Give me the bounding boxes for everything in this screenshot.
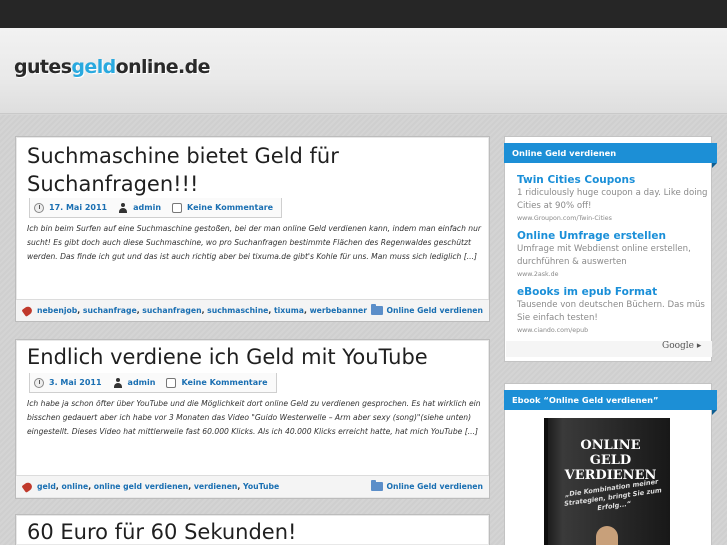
tag-link[interactable]: nebenjob bbox=[37, 306, 77, 315]
post-title[interactable]: Suchmaschine bietet Geld für Suchanfragen… bbox=[27, 142, 339, 198]
tag-link[interactable]: suchmaschine bbox=[207, 306, 268, 315]
ad-text: Umfrage mit Webdienst online erstellen, bbox=[517, 244, 691, 254]
ad-url[interactable]: www.2ask.de bbox=[517, 269, 713, 280]
site-header: gutesgeldonline.de bbox=[0, 28, 727, 114]
post-meta: 17. Mai 2011 admin Keine Kommentare bbox=[29, 198, 283, 218]
post-excerpt: Ich habe ja schon öfter über YouTube und… bbox=[27, 399, 481, 436]
user-icon bbox=[113, 377, 123, 388]
post-category: Online Geld verdienen bbox=[371, 480, 483, 491]
tag-link[interactable]: YouTube bbox=[243, 482, 279, 491]
tag-link[interactable]: verdienen bbox=[194, 482, 238, 491]
ad-title[interactable]: Twin Cities Coupons bbox=[517, 173, 713, 187]
post-card: Endlich verdiene ich Geld mit YouTube 3.… bbox=[15, 339, 490, 499]
ad-url[interactable]: www.Groupon.com/Twin-Cities bbox=[517, 213, 713, 224]
user-icon bbox=[118, 202, 128, 213]
book-title: ONLINE GELD VERDIENEN bbox=[564, 438, 657, 483]
tag-icon bbox=[21, 480, 34, 493]
folder-icon bbox=[371, 480, 384, 491]
tag-link[interactable]: werbebanner bbox=[310, 306, 367, 315]
post-title[interactable]: 60 Euro für 60 Sekunden! bbox=[27, 518, 296, 545]
post-category: Online Geld verdienen bbox=[371, 304, 483, 315]
ad-item[interactable]: Online Umfrage erstellen Umfrage mit Web… bbox=[517, 229, 713, 280]
top-bar bbox=[0, 0, 727, 28]
tag-link[interactable]: suchanfragen bbox=[142, 306, 201, 315]
post-card: 60 Euro für 60 Sekunden! bbox=[15, 514, 490, 545]
ad-text: Cities at 90% off! bbox=[517, 201, 592, 211]
ad-url[interactable]: www.ciando.com/epub bbox=[517, 325, 713, 336]
ad-text: durchführen & auswerten bbox=[517, 257, 627, 267]
tag-icon bbox=[21, 304, 34, 317]
ads-widget: Twin Cities Coupons 1 ridiculously huge … bbox=[504, 136, 712, 362]
post-comments[interactable]: Keine Kommentare bbox=[181, 378, 267, 387]
ad-text: 1 ridiculously huge coupon a day. Like d… bbox=[517, 188, 708, 198]
clock-icon bbox=[34, 202, 44, 213]
post-footer: geld, online, online geld verdienen, ver… bbox=[16, 475, 489, 497]
post-date[interactable]: 3. Mai 2011 bbox=[49, 378, 102, 387]
tag-link[interactable]: geld bbox=[37, 482, 56, 491]
tag-link[interactable]: tixuma bbox=[274, 306, 304, 315]
post-card: Suchmaschine bietet Geld für Suchanfragen… bbox=[15, 136, 490, 322]
ad-title[interactable]: Online Umfrage erstellen bbox=[517, 229, 713, 243]
widget-title: Ebook “Online Geld verdienen” bbox=[504, 390, 717, 415]
site-logo[interactable]: gutesgeldonline.de bbox=[14, 56, 211, 78]
post-author[interactable]: admin bbox=[128, 378, 156, 387]
author-photo bbox=[596, 526, 618, 545]
post-title[interactable]: Endlich verdiene ich Geld mit YouTube bbox=[27, 343, 428, 371]
post-meta: 3. Mai 2011 admin Keine Kommentare bbox=[29, 373, 277, 393]
book-subtitle: „Die Kombination meiner Strategien, brin… bbox=[563, 477, 663, 513]
ad-network-label[interactable]: Google ▸ bbox=[662, 341, 701, 351]
post-author[interactable]: admin bbox=[133, 203, 161, 212]
tag-link[interactable]: online bbox=[61, 482, 88, 491]
category-link[interactable]: Online Geld verdienen bbox=[386, 482, 483, 491]
comment-icon bbox=[172, 202, 183, 213]
ad-title[interactable]: eBooks im epub Format bbox=[517, 285, 713, 299]
category-link[interactable]: Online Geld verdienen bbox=[386, 306, 483, 315]
post-comments[interactable]: Keine Kommentare bbox=[187, 203, 273, 212]
ad-item[interactable]: eBooks im epub Format Tausende von deuts… bbox=[517, 285, 713, 336]
tag-link[interactable]: suchanfrage bbox=[83, 306, 137, 315]
ad-text: Tausende von deutschen Büchern. Das müs bbox=[517, 300, 705, 310]
ebook-cover[interactable]: ONLINE GELD VERDIENEN „Die Kombination me… bbox=[544, 418, 670, 545]
ad-item[interactable]: Twin Cities Coupons 1 ridiculously huge … bbox=[517, 173, 713, 224]
post-footer: nebenjob, suchanfrage, suchanfragen, suc… bbox=[16, 299, 489, 321]
post-excerpt: Ich bin beim Surfen auf eine Suchmaschin… bbox=[27, 224, 482, 261]
comment-icon bbox=[166, 377, 177, 388]
ad-text: Sie einfach testen! bbox=[517, 313, 598, 323]
clock-icon bbox=[34, 377, 44, 388]
tag-link[interactable]: online geld verdienen bbox=[94, 482, 188, 491]
widget-title: Online Geld verdienen bbox=[504, 143, 717, 168]
folder-icon bbox=[371, 304, 384, 315]
post-date[interactable]: 17. Mai 2011 bbox=[49, 203, 107, 212]
